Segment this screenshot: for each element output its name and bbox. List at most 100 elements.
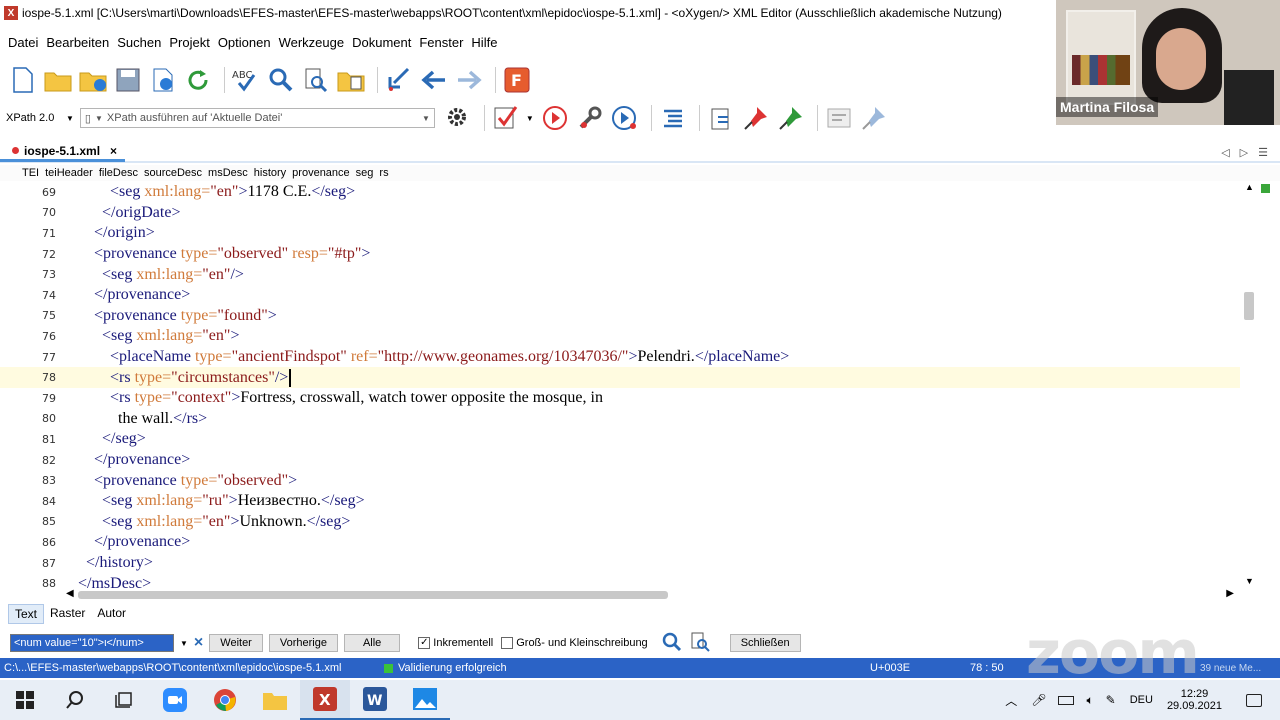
code-text[interactable]: </provenance> [62,286,190,304]
chevron-down-icon[interactable]: ▼ [180,639,188,648]
chevron-right-icon[interactable]: ▶ [1226,588,1234,599]
go-to-icon[interactable] [384,65,414,95]
file-explorer-icon[interactable] [250,680,300,720]
refresh-icon[interactable] [183,65,213,95]
code-line[interactable]: 87 </history> [0,553,1240,574]
windows-start-icon[interactable] [0,680,50,720]
incremental-checkbox[interactable]: ✓ Inkrementell [418,637,493,650]
breadcrumb-item[interactable]: TEI [22,167,39,179]
find-next-button[interactable]: Weiter [209,634,263,652]
chevron-up-icon[interactable]: ▲ [1245,182,1254,192]
breadcrumb-item[interactable]: teiHeader [45,167,93,179]
chevron-right-icon[interactable]: ▷ [1240,146,1248,159]
search-icon[interactable] [50,680,100,720]
code-text[interactable]: <placeName type="ancientFindspot" ref="h… [62,348,789,366]
code-editor[interactable]: 69 <seg xml:lang="en">1178 C.E.</seg> 70 … [0,182,1258,588]
chevron-down-icon[interactable]: ▼ [66,114,74,123]
code-text[interactable]: <provenance type="found"> [62,307,277,325]
code-line[interactable]: 75 <provenance type="found"> [0,306,1240,327]
code-line[interactable]: 74 </provenance> [0,285,1240,306]
code-line[interactable]: 69 <seg xml:lang="en">1178 C.E.</seg> [0,182,1240,203]
find-all-button[interactable]: Alle [343,634,401,652]
open-url-icon[interactable] [78,65,108,95]
chevron-down-icon[interactable]: ▼ [422,114,430,123]
microphone-icon[interactable]: 🎤︎ [1031,693,1046,707]
code-line[interactable]: 71 </origin> [0,223,1240,244]
code-line[interactable]: 76 <seg xml:lang="en"> [0,326,1240,347]
tab-list-menu-icon[interactable]: ☰ [1258,146,1268,159]
tab-iospe-5-1-xml[interactable]: iospe-5.1.xml × [0,142,126,162]
code-text[interactable]: <seg xml:lang="en">1178 C.E.</seg> [62,183,355,201]
breadcrumb-item[interactable]: sourceDesc [144,167,202,179]
pin-disabled-icon[interactable] [859,103,889,133]
code-text[interactable]: </provenance> [62,533,190,551]
breadcrumb-item[interactable]: history [254,167,286,179]
tab-raster[interactable]: Raster [44,604,91,624]
save-all-icon[interactable] [148,65,178,95]
language-indicator[interactable]: DEU [1130,694,1153,706]
menu-dokument[interactable]: Dokument [352,35,411,50]
breadcrumb-item[interactable]: rs [379,167,388,179]
code-line[interactable]: 85 <seg xml:lang="en">Unknown.</seg> [0,512,1240,533]
xpath-input[interactable]: ▯ ▼ XPath ausführen auf 'Aktuelle Datei'… [79,108,435,128]
horizontal-scroll-thumb[interactable] [78,591,668,599]
oxygen-taskbar-icon[interactable]: X [300,680,350,720]
menu-projekt[interactable]: Projekt [169,35,209,50]
menu-bearbeiten[interactable]: Bearbeiten [46,35,109,50]
save-icon[interactable] [113,65,143,95]
breadcrumb-item[interactable]: msDesc [208,167,248,179]
vertical-scroll-thumb[interactable] [1244,292,1254,320]
find-replace-folder-icon[interactable] [336,65,366,95]
zoom-app-icon[interactable] [150,680,200,720]
chevron-left-icon[interactable]: ◁ [1221,146,1229,159]
chevron-up-icon[interactable]: ︿ [1005,692,1017,709]
code-line[interactable]: 78 <rs type="circumstances"/> [0,367,1240,388]
code-line[interactable]: 83 <provenance type="observed"> [0,470,1240,491]
new-file-icon[interactable] [8,65,38,95]
open-folder-icon[interactable] [43,65,73,95]
breadcrumb-item[interactable]: provenance [292,167,350,179]
pen-icon[interactable]: ✎ [1106,693,1116,707]
find-input[interactable] [10,634,174,652]
code-text[interactable]: <seg xml:lang="en"/> [62,266,244,284]
menu-datei[interactable]: Datei [8,35,38,50]
code-line[interactable]: 82 </provenance> [0,450,1240,471]
validate-icon[interactable] [491,103,521,133]
configure-transformation-wrench-icon[interactable] [575,103,605,133]
code-line[interactable]: 86 </provenance> [0,532,1240,553]
insert-xinclude-icon[interactable] [706,103,736,133]
code-text[interactable]: </history> [62,554,153,572]
format-indent-icon[interactable] [658,103,688,133]
close-icon[interactable]: × [110,144,117,158]
code-text[interactable]: <provenance type="observed" resp="#tp"> [62,245,370,263]
code-line[interactable]: 88 </msDesc> [0,573,1240,588]
forward-arrow-icon[interactable] [454,65,484,95]
notification-center-icon[interactable] [1246,693,1262,707]
code-text[interactable]: <provenance type="observed"> [62,472,297,490]
menu-werkzeuge[interactable]: Werkzeuge [279,35,345,50]
code-text[interactable]: </seg> [62,430,146,448]
find-in-files-icon[interactable] [690,632,710,655]
code-text[interactable]: </origin> [62,224,155,242]
back-arrow-icon[interactable] [419,65,449,95]
code-text[interactable]: </msDesc> [62,575,151,588]
volume-icon[interactable]: 🔈︎ [1086,693,1093,708]
find-icon[interactable] [266,65,296,95]
code-text[interactable]: <seg xml:lang="en">Unknown.</seg> [62,513,350,531]
find-replace-dialog-icon[interactable] [662,632,682,655]
menu-fenster[interactable]: Fenster [419,35,463,50]
code-line[interactable]: 77 <placeName type="ancientFindspot" ref… [0,347,1240,368]
xpath-version-select[interactable]: XPath 2.0 [6,112,66,124]
code-text[interactable]: <seg xml:lang="en"> [62,327,239,345]
chevron-down-icon[interactable]: ▼ [1245,576,1254,586]
battery-icon[interactable] [1058,695,1075,705]
vertical-scrollbar[interactable]: ▲ ▼ [1242,182,1258,588]
find-previous-button[interactable]: Vorherige [268,634,338,652]
code-line[interactable]: 70 </origDate> [0,203,1240,224]
fo-processor-icon[interactable]: F [502,65,532,95]
code-text[interactable]: the wall.</rs> [62,410,207,428]
status-notifications[interactable]: 39 neue Me... [1200,663,1261,674]
debug-run-icon[interactable] [610,103,640,133]
clock[interactable]: 12:29 29.09.2021 [1167,688,1222,712]
task-view-icon[interactable] [100,680,150,720]
